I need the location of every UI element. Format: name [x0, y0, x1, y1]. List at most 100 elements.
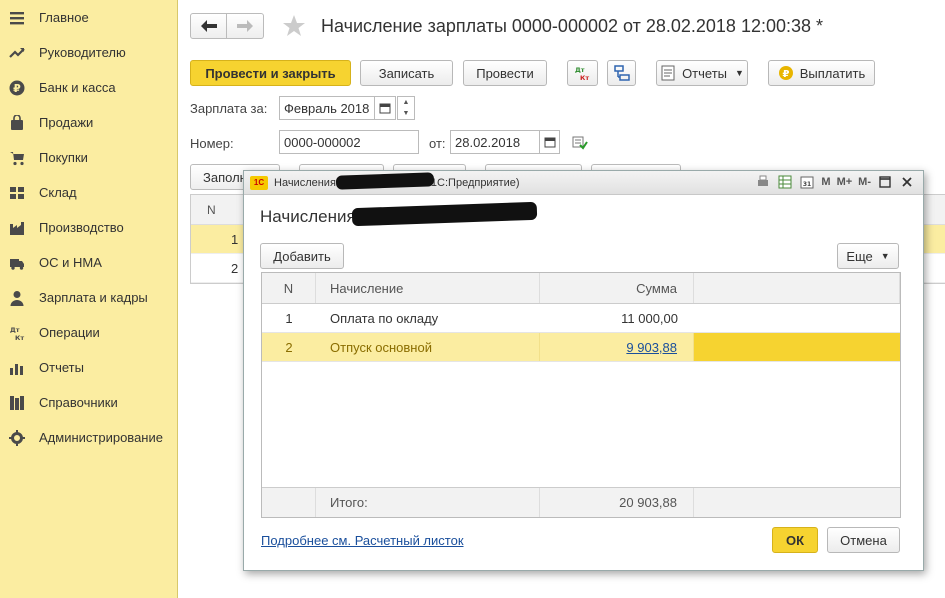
more-button[interactable]: Еще ▼ [837, 243, 899, 269]
sidebar-item-label: Покупки [39, 150, 88, 165]
sidebar-item-warehouse[interactable]: Склад [0, 175, 177, 210]
arrow-left-icon [200, 20, 217, 32]
cart-icon [9, 150, 25, 166]
sidebar-item-references[interactable]: Справочники [0, 385, 177, 420]
column-header-n[interactable]: N [262, 273, 316, 303]
dialog-heading: Начисления [260, 207, 356, 226]
stepper-down-icon[interactable]: ▼ [398, 108, 414, 119]
sum-link[interactable]: 9 903,88 [626, 340, 677, 355]
redaction-mark [351, 201, 538, 227]
month-stepper[interactable]: ▲ ▼ [397, 96, 415, 120]
table-row-selected[interactable]: 2 Отпуск основной 9 903,88 [262, 333, 900, 362]
close-icon[interactable] [899, 174, 915, 190]
caret-down-icon: ▼ [735, 68, 744, 78]
dt-kt-button[interactable]: Дт Кт [567, 60, 598, 86]
window-title: Начисления [274, 176, 336, 189]
memory-minus-button[interactable]: M- [858, 176, 871, 188]
sidebar-item-admin[interactable]: Администрирование [0, 420, 177, 455]
sidebar-item-purchases[interactable]: Покупки [0, 140, 177, 175]
person-icon [9, 290, 25, 306]
report-icon [661, 65, 675, 81]
salary-month-field[interactable]: Февраль 2018 [279, 96, 375, 120]
ruble-icon: ₽ [9, 80, 25, 96]
favorite-star-icon[interactable] [282, 14, 306, 41]
ok-button[interactable]: ОК [772, 527, 818, 553]
sidebar-item-reports[interactable]: Отчеты [0, 350, 177, 385]
add-button[interactable]: Добавить [260, 243, 344, 269]
save-button[interactable]: Записать [360, 60, 453, 86]
pay-button[interactable]: ₽ Выплатить [768, 60, 875, 86]
date-calendar-button[interactable] [539, 130, 560, 154]
sidebar-item-label: Справочники [39, 395, 118, 410]
spreadsheet-icon[interactable] [777, 174, 793, 190]
calendar-button[interactable] [374, 96, 396, 120]
memory-m-button[interactable]: M [821, 176, 830, 188]
reports-label: Отчеты [682, 65, 727, 81]
more-label: Еще [846, 248, 873, 264]
svg-text:Дт: Дт [10, 326, 20, 334]
column-header-sum[interactable]: Сумма [540, 273, 694, 303]
sidebar-item-label: ОС и НМА [39, 255, 102, 270]
svg-text:Кт: Кт [580, 74, 589, 81]
sidebar-item-operations[interactable]: Дт Кт Операции [0, 315, 177, 350]
sidebar-item-fixed-assets[interactable]: ОС и НМА [0, 245, 177, 280]
window-controls: 31 M M+ M- [755, 174, 915, 190]
factory-icon [9, 220, 25, 236]
sidebar-item-production[interactable]: Производство [0, 210, 177, 245]
reports-dropdown[interactable]: Отчеты ▼ [656, 60, 748, 86]
sidebar-item-main[interactable]: Главное [0, 0, 177, 35]
maximize-icon[interactable] [877, 174, 893, 190]
redaction-mark [335, 172, 435, 190]
sidebar-item-salary-hr[interactable]: Зарплата и кадры [0, 280, 177, 315]
cell-sum: 11 000,00 [621, 310, 678, 326]
sidebar-item-sales[interactable]: Продажи [0, 105, 177, 140]
sidebar-item-bank[interactable]: ₽ Банк и касса [0, 70, 177, 105]
table-row[interactable]: 1 Оплата по окладу 11 000,00 [262, 304, 900, 333]
status-check-icon[interactable] [572, 134, 588, 153]
trend-icon [9, 45, 25, 61]
sidebar-item-label: Зарплата и кадры [39, 290, 148, 305]
post-and-close-button[interactable]: Провести и закрыть [190, 60, 351, 86]
memory-plus-button[interactable]: M+ [837, 176, 853, 188]
date-label: от: [429, 136, 446, 151]
payslip-link[interactable]: Подробнее см. Расчетный листок [261, 533, 464, 548]
total-value: 20 903,88 [540, 488, 694, 517]
accruals-dialog: 1С Начисления 1С:Предприятие) 31 M M+ M-… [243, 170, 924, 571]
column-header-empty [694, 273, 900, 303]
table-header: N Начисление Сумма [262, 273, 900, 304]
forward-button[interactable] [227, 13, 264, 39]
structure-button[interactable] [607, 60, 636, 86]
sidebar-item-manager[interactable]: Руководителю [0, 35, 177, 70]
stepper-up-icon[interactable]: ▲ [398, 97, 414, 108]
back-button[interactable] [190, 13, 227, 39]
post-button[interactable]: Провести [463, 60, 547, 86]
dialog-titlebar: 1С Начисления 1С:Предприятие) 31 M M+ M- [244, 171, 923, 195]
footer-n [262, 488, 316, 517]
date-field[interactable]: 28.02.2018 [450, 130, 540, 154]
sidebar: Главное Руководителю ₽ Банк и касса Прод… [0, 0, 178, 598]
sidebar-item-label: Склад [39, 185, 77, 200]
books-icon [9, 395, 25, 411]
svg-text:31: 31 [803, 181, 811, 188]
history-nav [190, 13, 264, 39]
svg-text:₽: ₽ [13, 82, 21, 95]
hierarchy-icon [613, 65, 630, 81]
warehouse-icon [9, 185, 25, 201]
column-header-accrual[interactable]: Начисление [316, 273, 540, 303]
truck-icon [9, 255, 25, 271]
menu-icon [9, 10, 25, 26]
bag-icon [9, 114, 25, 131]
calendar-icon[interactable]: 31 [799, 174, 815, 190]
sidebar-item-label: Производство [39, 220, 124, 235]
gear-icon [9, 429, 25, 446]
cancel-button[interactable]: Отмена [827, 527, 900, 553]
number-label: Номер: [190, 136, 234, 151]
pay-label: Выплатить [799, 65, 866, 81]
salary-for-label: Зарплата за: [190, 101, 268, 116]
print-icon[interactable] [755, 174, 771, 190]
dt-kt-icon: ДтКт [9, 325, 25, 341]
number-field[interactable]: 0000-000002 [279, 130, 419, 154]
calendar-icon [544, 137, 555, 148]
svg-text:₽: ₽ [782, 69, 789, 80]
dt-kt-icon: ДтКт [575, 66, 589, 81]
